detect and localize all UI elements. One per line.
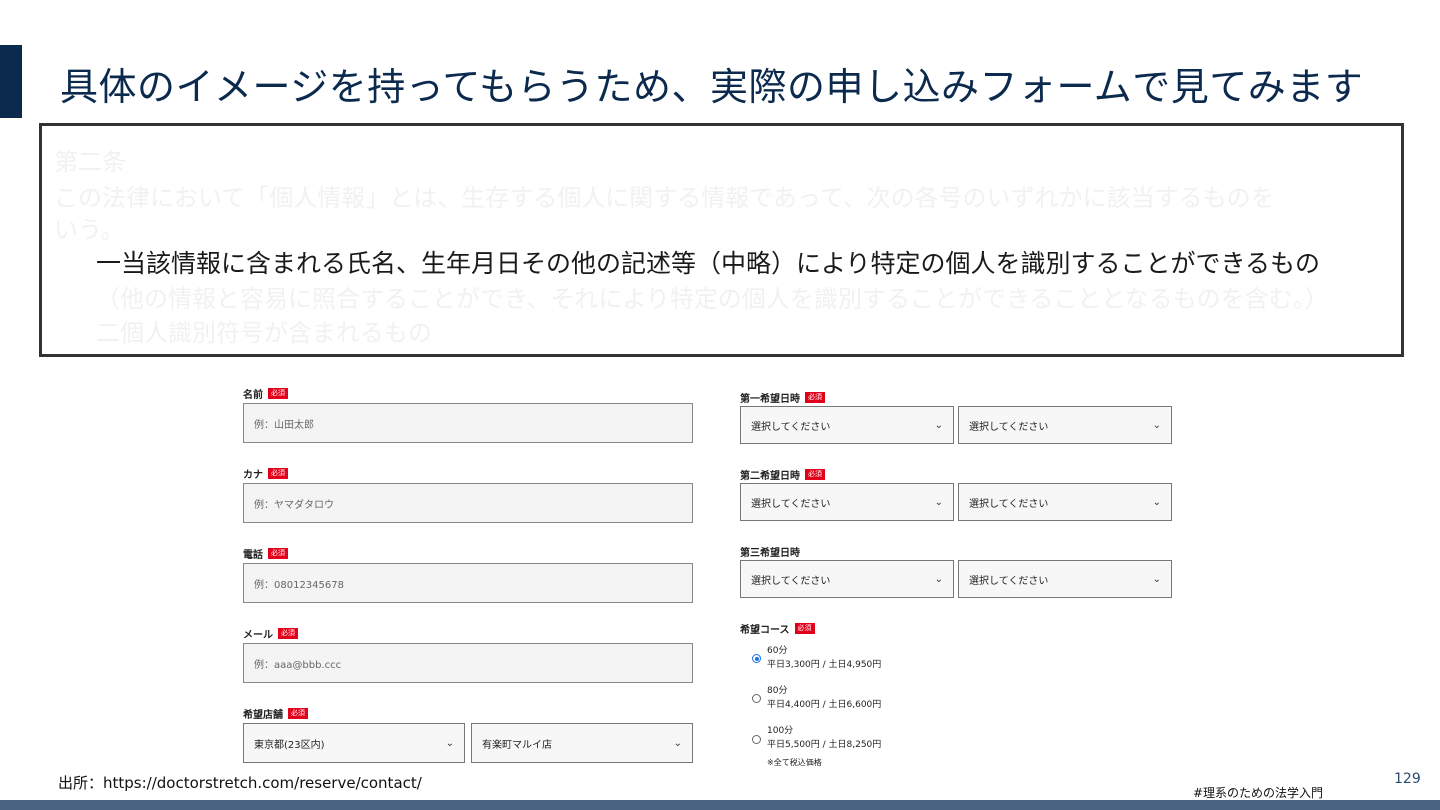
required-badge: 必須	[794, 623, 815, 634]
date2-label: 第二希望日時 必須	[740, 467, 825, 482]
kana-label: カナ 必須	[243, 466, 288, 481]
course-option-price: 平日3,300円 / 土日4,950円	[767, 660, 882, 670]
chevron-down-icon: ⌄	[934, 496, 943, 508]
course-option-price: 平日5,500円 / 土日8,250円	[767, 740, 882, 750]
course-radio-100[interactable]	[752, 735, 761, 744]
name-input[interactable]: 例：山田太郎	[243, 403, 693, 443]
course-option-title: 60分	[767, 646, 788, 656]
chevron-down-icon: ⌄	[934, 419, 943, 431]
source-citation: 出所：https://doctorstretch.com/reserve/con…	[58, 774, 422, 792]
course-option-title: 80分	[767, 686, 788, 696]
law-heading: 第二条	[54, 148, 126, 176]
required-badge: 必須	[805, 469, 825, 480]
required-badge: 必須	[288, 708, 308, 719]
chevron-down-icon: ⌄	[445, 737, 454, 749]
email-label: メール 必須	[243, 626, 298, 641]
date1-label: 第一希望日時 必須	[740, 390, 825, 405]
title-accent-bar	[0, 45, 22, 118]
course-label: 希望コース 必須	[740, 621, 815, 636]
chevron-down-icon: ⌄	[1152, 496, 1161, 508]
chevron-down-icon: ⌄	[673, 737, 682, 749]
email-input[interactable]: 例：aaa@bbb.ccc	[243, 643, 693, 683]
required-badge: 必須	[268, 388, 288, 399]
course-option-price: 平日4,400円 / 土日6,600円	[767, 700, 882, 710]
chevron-down-icon: ⌄	[934, 573, 943, 585]
footer-bar	[0, 800, 1440, 810]
date2-time-select[interactable]: 選択してください ⌄	[958, 483, 1172, 521]
date1-time-select[interactable]: 選択してください ⌄	[958, 406, 1172, 444]
store-area-select[interactable]: 東京都(23区内) ⌄	[243, 723, 465, 763]
hashtag: #理系のための法学入門	[1193, 786, 1324, 800]
date1-date-select[interactable]: 選択してください ⌄	[740, 406, 954, 444]
course-radio-60[interactable]	[752, 654, 761, 663]
store-label: 希望店舗 必須	[243, 706, 308, 721]
chevron-down-icon: ⌄	[1152, 419, 1161, 431]
law-text-box: 第二条 この法律において「個人情報」とは、生存する個人に関する情報であって、次の…	[39, 123, 1404, 357]
course-radio-80[interactable]	[752, 694, 761, 703]
date3-label: 第三希望日時	[740, 548, 800, 559]
required-badge: 必須	[268, 548, 288, 559]
law-item-1-cont: （他の情報と容易に照合することができ、それにより特定の個人を識別することができる…	[96, 285, 1329, 313]
chevron-down-icon: ⌄	[1152, 573, 1161, 585]
required-badge: 必須	[268, 468, 288, 479]
store-shop-select[interactable]: 有楽町マルイ店 ⌄	[471, 723, 693, 763]
date3-date-select[interactable]: 選択してください ⌄	[740, 560, 954, 598]
name-label: 名前 必須	[243, 386, 288, 401]
required-badge: 必須	[278, 628, 298, 639]
date3-time-select[interactable]: 選択してください ⌄	[958, 560, 1172, 598]
required-badge: 必須	[805, 392, 825, 403]
law-item-2: 二個人識別符号が含まれるもの	[96, 319, 432, 347]
law-paragraph-cont: いう。	[54, 216, 125, 244]
law-item-1: 一当該情報に含まれる氏名、生年月日その他の記述等（中略）により特定の個人を識別す…	[96, 249, 1321, 278]
course-option-title: 100分	[767, 726, 794, 736]
slide-title: 具体のイメージを持ってもらうため、実際の申し込みフォームで見てみます	[60, 65, 1364, 109]
law-paragraph: この法律において「個人情報」とは、生存する個人に関する情報であって、次の各号のい…	[54, 184, 1275, 212]
date2-date-select[interactable]: 選択してください ⌄	[740, 483, 954, 521]
tax-note: ※全て税込価格	[767, 758, 822, 767]
phone-label: 電話 必須	[243, 546, 288, 561]
page-number: 129	[1394, 771, 1421, 787]
kana-input[interactable]: 例：ヤマダタロウ	[243, 483, 693, 523]
phone-input[interactable]: 例：08012345678	[243, 563, 693, 603]
